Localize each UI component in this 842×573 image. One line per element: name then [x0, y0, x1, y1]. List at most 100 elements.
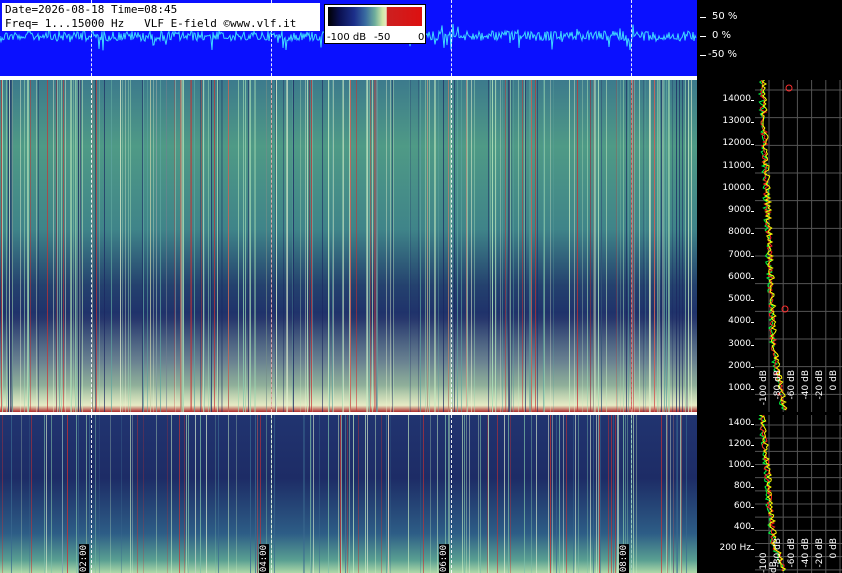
db-tick-label: 0 dB [829, 538, 839, 559]
spectrogram-streak [305, 80, 306, 412]
spectrogram-streak [200, 80, 201, 412]
spectrogram-streak [437, 415, 438, 573]
spectrogram-streak [376, 80, 377, 412]
frequency-tick-label: 11000 [722, 160, 751, 171]
spectrogram-streak [153, 80, 154, 412]
spectrogram-streak [593, 415, 594, 573]
spectrogram-streak [57, 80, 58, 412]
colorbar-gradient [328, 7, 422, 26]
spectrogram-streak [377, 80, 378, 412]
spectrogram-streak [657, 80, 658, 412]
frequency-tick-label: 14000 [722, 94, 751, 104]
time-label-0600: 06:00 [439, 544, 449, 573]
frequency-tick-label: 1000 [728, 383, 751, 393]
spectrogram-streak [188, 415, 189, 573]
spectrogram-streak [349, 415, 350, 573]
frequency-tick [751, 300, 754, 302]
spectrogram-streak [634, 80, 635, 412]
spectrogram-streak [676, 80, 677, 412]
spectrogram-streak [228, 80, 229, 412]
frequency-tick-label: 5000 [728, 294, 751, 305]
spectrogram-streak [435, 80, 436, 412]
spectrogram-streak [552, 415, 553, 573]
spectrogram-streak [304, 415, 305, 573]
spectrogram-streak [393, 80, 394, 412]
spectrogram-streak [166, 80, 167, 412]
db-axis-upper: -100 dB -80 dB -60 dB -40 dB -20 dB 0 dB [755, 370, 842, 412]
spectrogram-streak [353, 415, 354, 573]
frequency-tick [751, 188, 754, 190]
spectrogram-streak [492, 80, 493, 412]
spectrogram-streak [510, 80, 511, 412]
spectrogram-streak [51, 415, 52, 573]
spectrogram-streak [649, 80, 650, 412]
spectrogram-streak [367, 80, 368, 412]
spectrogram-streak [425, 80, 426, 412]
spectrogram-streak [434, 80, 435, 412]
spectrogram-streak [186, 415, 187, 573]
spectrogram-streak [194, 80, 195, 412]
spectrogram-streak [616, 80, 617, 412]
frequency-tick-label: 10000 [722, 182, 751, 193]
spectrogram-streak [550, 80, 551, 412]
spectrogram-streak [487, 415, 488, 573]
spectrogram-streak [496, 80, 497, 412]
spectrogram-streak [210, 80, 211, 412]
frequency-tick [751, 277, 754, 279]
spectrogram-streak [659, 80, 660, 412]
spectrogram-streak [408, 415, 409, 573]
spectrogram-streak [449, 415, 450, 573]
spectrogram-streak [685, 80, 686, 412]
spectrogram-streak [312, 80, 313, 412]
spectrogram-streak [550, 415, 551, 573]
spectrogram-streak [356, 80, 357, 412]
frequency-tick-label: 3000 [728, 338, 751, 349]
frequency-tick-label: 6000 [728, 271, 751, 282]
spectrogram-streak [390, 415, 391, 573]
spectrogram-streak [6, 80, 7, 412]
spectrogram-streak [150, 80, 151, 412]
spectrogram-streak [531, 80, 532, 412]
spectrogram-streak [669, 80, 670, 412]
spectrogram-streak [61, 80, 62, 412]
frequency-tick-label: 8000 [728, 227, 751, 238]
frequency-tick [751, 144, 754, 146]
spectrogram-streak [595, 80, 596, 412]
spectrogram-streak [329, 80, 330, 412]
spectrogram-streak [143, 80, 144, 412]
spectrogram-streak [76, 80, 77, 412]
spectrogram-streak [343, 80, 344, 412]
waveform-scale-bottom: -50 % [708, 49, 738, 60]
spectrogram-streak [650, 80, 651, 412]
frequency-tick-label: 4000 [728, 316, 751, 327]
spectrogram-streak [365, 415, 366, 573]
frequency-tick [751, 166, 754, 168]
spectrogram-streak [24, 80, 25, 412]
spectrogram-streak [525, 80, 526, 412]
spectrogram-streak [388, 415, 389, 573]
spectrogram-streak [423, 415, 424, 573]
frequency-tick-label: 200 Hz [719, 543, 751, 553]
db-tick-label: -60 dB [787, 370, 797, 400]
spectrogram-streak [217, 80, 218, 412]
db-tick-label: -20 dB [815, 370, 825, 400]
spectrogram-streak [386, 415, 387, 573]
time-label-0800: 08:00 [619, 544, 629, 573]
spectrogram-streak [191, 80, 192, 412]
spectrogram-streak [461, 80, 462, 412]
frequency-tick [751, 322, 754, 324]
spectrogram-streak [215, 415, 216, 573]
spectrogram-streak [181, 80, 182, 412]
spectrogram-streak [179, 415, 180, 573]
spectrogram-streak [95, 415, 96, 573]
spectrogram-streak [430, 415, 431, 573]
colorbar-label-max: 0 [418, 32, 425, 43]
spectrogram-streak [636, 415, 637, 573]
spectrogram-streak [208, 80, 209, 412]
spectrogram-streak [195, 415, 196, 573]
spectrogram-streak [174, 80, 175, 412]
frequency-tick [751, 233, 754, 235]
spectrogram-streak [2, 415, 3, 573]
spectrogram-streak [390, 80, 391, 412]
frequency-tick-label: 1000 [728, 459, 751, 470]
